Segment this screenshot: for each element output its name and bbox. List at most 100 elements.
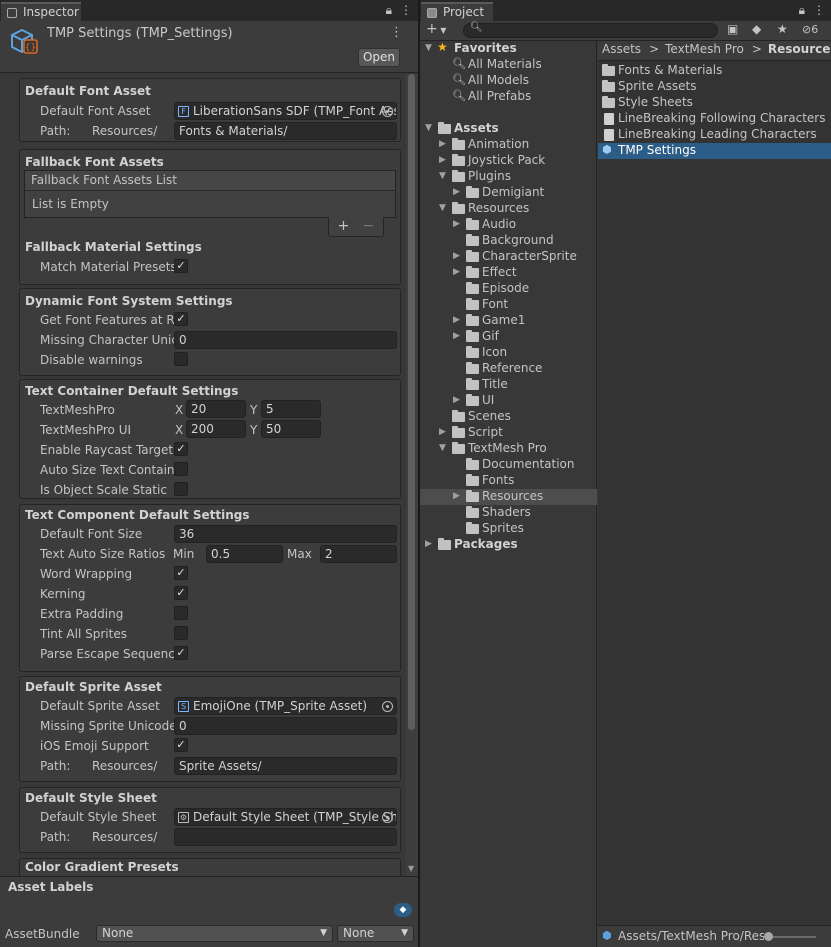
match-material-presets-checkbox[interactable]: ✓	[174, 259, 188, 273]
filter-label-icon[interactable]: ◆	[752, 22, 761, 36]
extra-padding-checkbox[interactable]	[174, 606, 188, 620]
tab-inspector[interactable]: Inspector	[1, 2, 81, 21]
object-picker-icon[interactable]	[382, 106, 393, 117]
lock-icon[interactable]: 🔒︎	[386, 3, 392, 17]
tmp-y-input[interactable]: 5	[261, 400, 321, 418]
collapse-arrow-icon[interactable]: ▶	[453, 219, 460, 229]
breadcrumb-item[interactable]: Resources	[768, 42, 831, 56]
tree-item[interactable]: ▶ UI	[420, 393, 597, 409]
asset-item[interactable]: LineBreaking Following Characters	[598, 111, 831, 127]
tmpui-y-input[interactable]: 50	[261, 420, 321, 438]
auto-size-max-input[interactable]: 2	[320, 545, 397, 563]
favorite-item[interactable]: 🔍︎ All Materials	[420, 57, 597, 73]
object-scale-static-checkbox[interactable]	[174, 482, 188, 496]
kebab-menu-icon[interactable]: ⋮	[813, 3, 825, 17]
tree-item[interactable]: ▶ Packages	[420, 537, 597, 553]
tree-item[interactable]: Shaders	[420, 505, 597, 521]
collapse-arrow-icon[interactable]: ▶	[453, 251, 460, 261]
default-style-sheet-field[interactable]: ⚙ Default Style Sheet (TMP_Style Sheet)	[174, 808, 397, 826]
tree-item[interactable]: ▶ Audio	[420, 217, 597, 233]
lock-icon[interactable]: 🔒︎	[799, 3, 805, 17]
ios-emoji-checkbox[interactable]: ✓	[174, 738, 188, 752]
raycast-target-checkbox[interactable]: ✓	[174, 442, 188, 456]
get-font-features-checkbox[interactable]: ✓	[174, 312, 188, 326]
favorites-row[interactable]: ▼ ★ Favorites	[420, 40, 597, 57]
tab-project[interactable]: Project	[421, 2, 493, 21]
collapse-arrow-icon[interactable]: ▶	[439, 427, 446, 437]
tree-item[interactable]: Scenes	[420, 409, 597, 425]
missing-sprite-input[interactable]: 0	[174, 717, 397, 735]
tree-item[interactable]: ▶ Animation	[420, 137, 597, 153]
asset-item[interactable]: Style Sheets	[598, 95, 831, 111]
asset-item[interactable]: Sprite Assets	[598, 79, 831, 95]
expand-arrow-icon[interactable]: ▼	[425, 123, 432, 133]
tree-item[interactable]: ▼ Assets	[420, 121, 597, 137]
search-input[interactable]: 🔍︎	[463, 22, 718, 38]
tree-item[interactable]: ▶ Gif	[420, 329, 597, 345]
scrollbar-thumb[interactable]	[408, 74, 415, 730]
tree-item[interactable]: ▶ Game1	[420, 313, 597, 329]
slider-handle[interactable]	[764, 932, 773, 941]
collapse-arrow-icon[interactable]: ▶	[453, 267, 460, 277]
filter-type-icon[interactable]: ▣	[727, 22, 738, 36]
tree-item[interactable]: ▼ Resources	[420, 201, 597, 217]
collapse-arrow-icon[interactable]: ▶	[453, 395, 460, 405]
default-font-size-input[interactable]: 36	[174, 525, 397, 543]
tree-item[interactable]: ▶ Script	[420, 425, 597, 441]
breadcrumb-item[interactable]: Assets	[602, 42, 641, 56]
collapse-arrow-icon[interactable]: ▶	[425, 539, 432, 549]
missing-character-input[interactable]: 0	[174, 331, 397, 349]
collapse-arrow-icon[interactable]: ▶	[453, 315, 460, 325]
tree-item[interactable]: ▶ Effect	[420, 265, 597, 281]
favorite-star-icon[interactable]: ★	[777, 22, 788, 36]
tree-item[interactable]: Episode	[420, 281, 597, 297]
assetbundle-dropdown[interactable]: None ▼	[96, 925, 333, 942]
header-kebab-icon[interactable]: ⋮	[390, 25, 403, 40]
expand-arrow-icon[interactable]: ▼	[439, 171, 446, 181]
tree-item[interactable]: Reference	[420, 361, 597, 377]
expand-arrow-icon[interactable]: ▼	[439, 443, 446, 453]
tree-item[interactable]: Title	[420, 377, 597, 393]
expand-arrow-icon[interactable]: ▼	[439, 203, 446, 213]
tree-item[interactable]: ▼ Plugins	[420, 169, 597, 185]
auto-size-container-checkbox[interactable]	[174, 462, 188, 476]
inspector-scrollbar[interactable]: ▼	[406, 74, 418, 876]
tree-item[interactable]: ▼ TextMesh Pro	[420, 441, 597, 457]
disable-warnings-checkbox[interactable]	[174, 352, 188, 366]
auto-size-min-input[interactable]: 0.5	[206, 545, 283, 563]
add-item-button[interactable]: +	[338, 218, 350, 234]
style-path-input[interactable]	[174, 828, 397, 846]
open-button[interactable]: Open	[358, 48, 400, 67]
tree-item[interactable]: Documentation	[420, 457, 597, 473]
icon-size-slider[interactable]	[764, 932, 816, 941]
kebab-menu-icon[interactable]: ⋮	[400, 3, 412, 17]
expand-arrow-icon[interactable]: ▼	[425, 43, 432, 53]
tree-item[interactable]: Font	[420, 297, 597, 313]
tree-item[interactable]: Background	[420, 233, 597, 249]
sprite-path-input[interactable]: Sprite Assets/	[174, 757, 397, 775]
collapse-arrow-icon[interactable]: ▶	[439, 155, 446, 165]
tree-item[interactable]: ▶ Demigiant	[420, 185, 597, 201]
favorite-item[interactable]: 🔍︎ All Models	[420, 73, 597, 89]
collapse-arrow-icon[interactable]: ▶	[453, 491, 460, 501]
object-picker-icon[interactable]	[382, 701, 393, 712]
tree-item[interactable]: Icon	[420, 345, 597, 361]
label-tag-icon[interactable]: ◆	[394, 903, 412, 917]
tree-item[interactable]: ▶ Joystick Pack	[420, 153, 597, 169]
tree-item[interactable]: Sprites	[420, 521, 597, 537]
variant-dropdown[interactable]: None ▼	[337, 925, 414, 942]
collapse-arrow-icon[interactable]: ▶	[453, 331, 460, 341]
font-path-input[interactable]: Fonts & Materials/	[174, 122, 397, 140]
collapse-arrow-icon[interactable]: ▶	[453, 187, 460, 197]
remove-item-button[interactable]: −	[363, 218, 375, 234]
tint-all-sprites-checkbox[interactable]	[174, 626, 188, 640]
tree-item[interactable]: Fonts	[420, 473, 597, 489]
default-sprite-asset-field[interactable]: S EmojiOne (TMP_Sprite Asset)	[174, 697, 397, 715]
word-wrapping-checkbox[interactable]: ✓	[174, 566, 188, 580]
favorite-item[interactable]: 🔍︎ All Prefabs	[420, 89, 597, 105]
default-font-asset-field[interactable]: F LiberationSans SDF (TMP_Font Asset)	[174, 102, 397, 120]
create-button[interactable]: + ▼	[426, 21, 446, 37]
asset-item[interactable]: ⬢ TMP Settings	[598, 143, 831, 159]
asset-item[interactable]: Fonts & Materials	[598, 63, 831, 79]
scroll-down-icon[interactable]: ▼	[408, 864, 414, 873]
